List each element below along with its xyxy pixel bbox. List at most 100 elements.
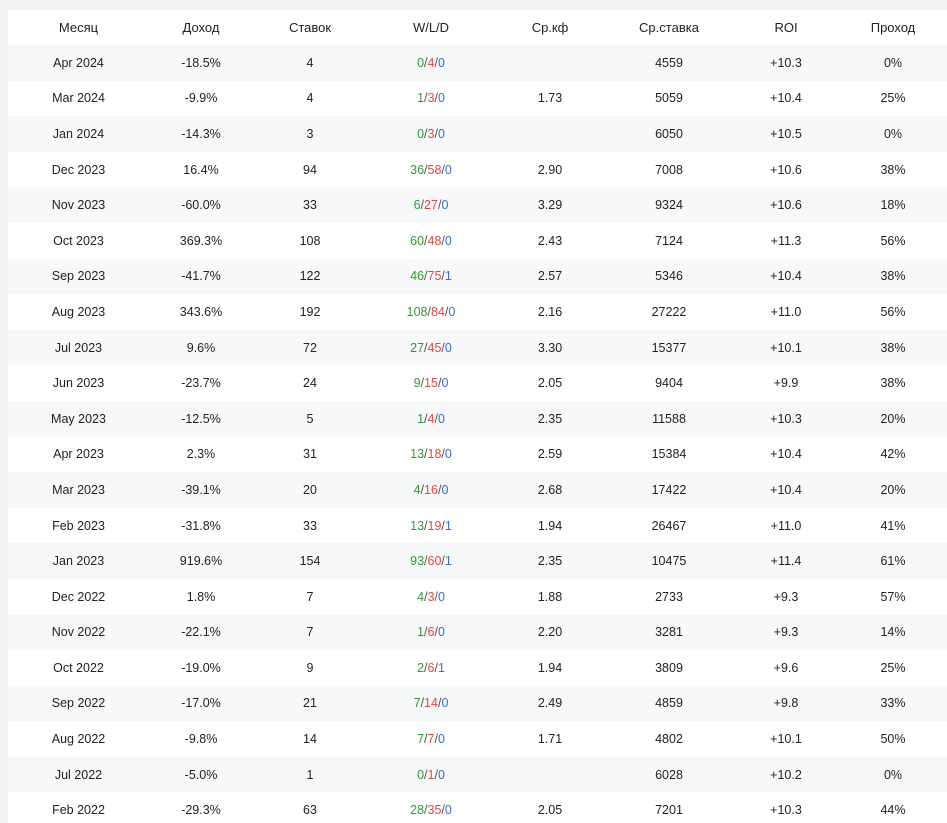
wins-count: 6: [413, 198, 421, 213]
cell-avg-kf: 2.35: [495, 400, 605, 437]
table-row[interactable]: Jul 2022 -5.0% 1 0/1/0 6028 +10.2 0%: [8, 756, 947, 793]
cell-pass: 57%: [839, 578, 947, 615]
cell-roi: +9.3: [733, 614, 839, 651]
cell-month: Aug 2023: [8, 294, 149, 330]
table-row[interactable]: Sep 2023 -41.7% 122 46/75/1 2.57 5346 +10.4 38%: [8, 258, 947, 295]
cell-wld: 9/15/0: [367, 365, 495, 401]
cell-roi: +11.3: [733, 222, 839, 259]
table-row[interactable]: Mar 2024 -9.9% 4 1/3/0 1.73 5059 +10.4 25%: [8, 80, 947, 117]
cell-month: Apr 2024: [8, 45, 149, 81]
cell-pass: 41%: [839, 507, 947, 544]
header-bets[interactable]: Ставок: [253, 10, 367, 45]
wins-count: 4: [417, 589, 425, 604]
table-row[interactable]: Jun 2023 -23.7% 24 9/15/0 2.05 9404 +9.9 38%: [8, 365, 947, 401]
losses-count: 15: [424, 376, 438, 391]
table-body: Apr 2024 -18.5% 4 0/4/0 4559 +10.3 0% Mar 2024-…: [8, 45, 947, 823]
table-row[interactable]: Apr 2024 -18.5% 4 0/4/0 4559 +10.3 0%: [8, 45, 947, 81]
table-row[interactable]: Jan 2023 919.6% 154 93/60/1 2.35 10475 +11.4 61…: [8, 543, 947, 579]
table-row[interactable]: Oct 2022 -19.0% 9 2/6/1 1.94 3809 +9.6 25%: [8, 650, 947, 686]
cell-avg-kf: [495, 116, 605, 152]
draws-count: 0: [441, 696, 449, 711]
table-row[interactable]: Apr 2023 2.3% 31 13/18/0 2.59 15384 +10.4 42%: [8, 436, 947, 473]
losses-count: 48: [427, 233, 442, 248]
losses-count: 75: [427, 269, 442, 284]
table-row[interactable]: Feb 2022 -29.3% 63 28/35/0 2.05 7201 +10.3 44%: [8, 792, 947, 823]
cell-avg-bet: 9324: [605, 187, 733, 223]
cell-income: 343.6%: [149, 294, 253, 330]
cell-wld: 4/16/0: [367, 472, 495, 508]
table-row[interactable]: Nov 2023 -60.0% 33 6/27/0 3.29 9324 +10.6 18%: [8, 187, 947, 223]
cell-avg-kf: 2.35: [495, 543, 605, 579]
table-row[interactable]: May 2023 -12.5% 5 1/4/0 2.35 11588 +10.3 20%: [8, 400, 947, 437]
cell-avg-kf: 2.49: [495, 685, 605, 722]
draws-count: 0: [444, 803, 452, 818]
cell-bets: 1: [253, 756, 367, 793]
header-avg-kf[interactable]: Ср.кф: [495, 10, 605, 45]
draws-count: 1: [444, 518, 452, 533]
cell-month: Jan 2023: [8, 543, 149, 579]
table-row[interactable]: Jul 2023 9.6% 72 27/45/0 3.30 15377 +10.1 38%: [8, 329, 947, 366]
cell-avg-bet: 15377: [605, 329, 733, 366]
table-row[interactable]: Dec 2022 1.8% 7 4/3/0 1.88 2733 +9.3 57%: [8, 578, 947, 615]
cell-pass: 0%: [839, 116, 947, 152]
cell-roi: +10.3: [733, 45, 839, 81]
table-row[interactable]: Oct 2023 369.3% 108 60/48/0 2.43 7124 +11.3 56%: [8, 222, 947, 259]
cell-avg-kf: 2.68: [495, 472, 605, 508]
cell-bets: 21: [253, 685, 367, 722]
cell-bets: 5: [253, 400, 367, 437]
cell-pass: 18%: [839, 187, 947, 223]
table-row[interactable]: Dec 2023 16.4% 94 36/58/0 2.90 7008 +10.6 38%: [8, 151, 947, 188]
table-header-row: Месяц Доход Ставок W/L/D Ср.кф Ср.ставка…: [8, 10, 947, 45]
cell-avg-bet: 5346: [605, 258, 733, 295]
header-month[interactable]: Месяц: [8, 10, 149, 45]
table-row[interactable]: Aug 2023 343.6% 192 108/84/0 2.16 27222 +11.0 5…: [8, 294, 947, 330]
cell-bets: 122: [253, 258, 367, 295]
cell-wld: 0/4/0: [367, 45, 495, 81]
cell-pass: 14%: [839, 614, 947, 651]
cell-income: -22.1%: [149, 614, 253, 651]
cell-avg-bet: 7008: [605, 151, 733, 188]
table-row[interactable]: Sep 2022 -17.0% 21 7/14/0 2.49 4859 +9.8 33%: [8, 685, 947, 722]
losses-count: 27: [424, 198, 438, 213]
cell-bets: 3: [253, 116, 367, 152]
cell-pass: 20%: [839, 472, 947, 508]
cell-bets: 33: [253, 507, 367, 544]
table-row[interactable]: Nov 2022 -22.1% 7 1/6/0 2.20 3281 +9.3 14%: [8, 614, 947, 651]
table-row[interactable]: Aug 2022 -9.8% 14 7/7/0 1.71 4802 +10.1 50%: [8, 721, 947, 757]
wins-count: 108: [406, 304, 428, 319]
cell-wld: 6/27/0: [367, 187, 495, 223]
cell-roi: +10.6: [733, 187, 839, 223]
table-row[interactable]: Mar 2023 -39.1% 20 4/16/0 2.68 17422 +10.4 20%: [8, 472, 947, 508]
cell-wld: 0/3/0: [367, 116, 495, 152]
cell-month: Nov 2023: [8, 187, 149, 223]
cell-pass: 44%: [839, 792, 947, 823]
cell-roi: +10.5: [733, 116, 839, 152]
cell-bets: 20: [253, 472, 367, 508]
table-row[interactable]: Jan 2024 -14.3% 3 0/3/0 6050 +10.5 0%: [8, 116, 947, 152]
cell-pass: 38%: [839, 329, 947, 366]
draws-count: 0: [441, 376, 449, 391]
cell-roi: +10.4: [733, 472, 839, 508]
cell-roi: +11.0: [733, 507, 839, 544]
cell-pass: 20%: [839, 400, 947, 437]
losses-count: 19: [427, 518, 442, 533]
cell-income: -9.9%: [149, 80, 253, 117]
header-roi[interactable]: ROI: [733, 10, 839, 45]
header-pass[interactable]: Проход: [839, 10, 947, 45]
cell-month: Jul 2023: [8, 329, 149, 366]
header-wld[interactable]: W/L/D: [367, 10, 495, 45]
cell-bets: 31: [253, 436, 367, 473]
wins-count: 27: [410, 340, 425, 355]
cell-avg-kf: 3.30: [495, 329, 605, 366]
cell-month: Oct 2022: [8, 650, 149, 686]
cell-roi: +10.4: [733, 258, 839, 295]
cell-wld: 0/1/0: [367, 756, 495, 793]
cell-bets: 192: [253, 294, 367, 330]
header-avg-bet[interactable]: Ср.ставка: [605, 10, 733, 45]
draws-count: 0: [437, 411, 445, 426]
wins-count: 13: [410, 518, 425, 533]
table-row[interactable]: Feb 2023 -31.8% 33 13/19/1 1.94 26467 +11.0 41%: [8, 507, 947, 544]
cell-avg-kf: 1.88: [495, 578, 605, 615]
cell-avg-bet: 10475: [605, 543, 733, 579]
header-income[interactable]: Доход: [149, 10, 253, 45]
